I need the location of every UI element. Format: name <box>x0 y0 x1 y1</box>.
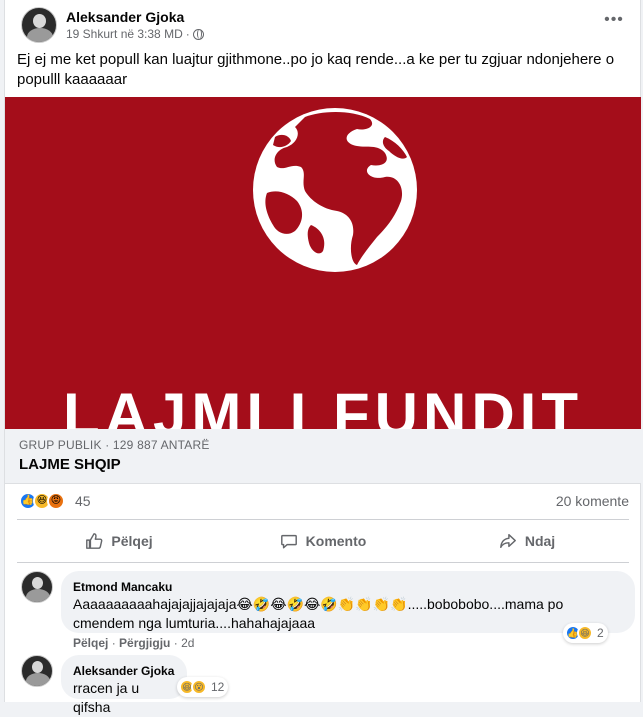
comment-text: rracen ja u qifsha <box>73 680 140 715</box>
comment-button[interactable]: Komento <box>221 520 425 562</box>
more-options-button[interactable]: ••• <box>602 12 626 28</box>
comment-button-label: Komento <box>305 533 367 549</box>
commenter-name[interactable]: Etmond Mancaku <box>73 579 623 595</box>
haha-reaction-icon: 😆 <box>577 625 593 641</box>
wow-reaction-icon: 😮 <box>191 679 207 695</box>
commenter-avatar[interactable] <box>21 571 53 603</box>
author-name[interactable]: Aleksander Gjoka <box>66 8 204 26</box>
thumbs-up-icon <box>86 533 103 549</box>
group-meta: GRUP PUBLIK · 129 887 ANTARË <box>19 438 210 452</box>
comment: Aleksander Gjoka rracen ja u qifsha 😆 😮 … <box>21 655 321 715</box>
comment-reaction-count: 12 <box>211 680 225 694</box>
comment-like-link[interactable]: Pëlqej <box>73 636 108 650</box>
like-button-label: Pëlqej <box>111 533 153 549</box>
reaction-icons[interactable]: 👍 😆 😡 <box>19 492 65 510</box>
comment: Etmond Mancaku Aaaaaaaaaahajajajjajajaja… <box>21 571 635 651</box>
comment-reply-link[interactable]: Përgjigju <box>119 636 170 650</box>
action-bar: Pëlqej Komento Ndaj <box>17 519 629 563</box>
post-text: Ej ej me ket popull kan luajtur gjithmon… <box>17 51 615 88</box>
comment-icon <box>280 534 297 549</box>
post-image[interactable]: LAJMI I FUNDIT <box>5 97 641 429</box>
comment-actions: Pëlqej · Përgjigju · 2d <box>73 636 195 650</box>
comment-reactions[interactable]: 👍 😆 2 <box>563 623 608 643</box>
group-attachment[interactable]: GRUP PUBLIK · 129 887 ANTARË LAJME SHQIP <box>5 429 641 484</box>
comment-reactions[interactable]: 😆 😮 12 <box>177 677 229 697</box>
reactions-row: 👍 😆 😡 45 20 komente <box>19 490 629 512</box>
author-avatar[interactable] <box>21 7 57 43</box>
comment-time[interactable]: 2d <box>181 636 194 650</box>
comment-text: Aaaaaaaaaahajajajjajajaja😂🤣😂🤣😂🤣👏👏👏👏.....… <box>73 596 564 631</box>
post-card: Aleksander Gjoka 19 Shkurt në 3:38 MD · … <box>4 0 641 715</box>
share-button-label: Ndaj <box>524 533 556 549</box>
post-meta: 19 Shkurt në 3:38 MD · <box>66 26 204 42</box>
like-button[interactable]: Pëlqej <box>17 520 221 562</box>
group-name[interactable]: LAJME SHQIP <box>19 456 121 473</box>
comment-reaction-count: 2 <box>597 626 604 640</box>
image-title: LAJMI I FUNDIT <box>63 381 583 429</box>
reaction-count[interactable]: 45 <box>75 493 91 509</box>
commenter-avatar[interactable] <box>21 655 53 687</box>
share-icon <box>499 533 516 549</box>
commenter-name[interactable]: Aleksander Gjoka <box>73 663 175 679</box>
angry-reaction-icon: 😡 <box>47 492 65 510</box>
comment-bubble: Etmond Mancaku Aaaaaaaaaahajajajjajajaja… <box>61 571 635 633</box>
comment-bubble: Aleksander Gjoka rracen ja u qifsha <box>61 655 187 715</box>
post-header: Aleksander Gjoka 19 Shkurt në 3:38 MD · <box>21 5 204 45</box>
comment-count[interactable]: 20 komente <box>556 493 629 509</box>
share-button[interactable]: Ndaj <box>425 520 629 562</box>
globe-icon <box>192 28 204 40</box>
post-timestamp[interactable]: 19 Shkurt në 3:38 MD <box>66 26 183 42</box>
